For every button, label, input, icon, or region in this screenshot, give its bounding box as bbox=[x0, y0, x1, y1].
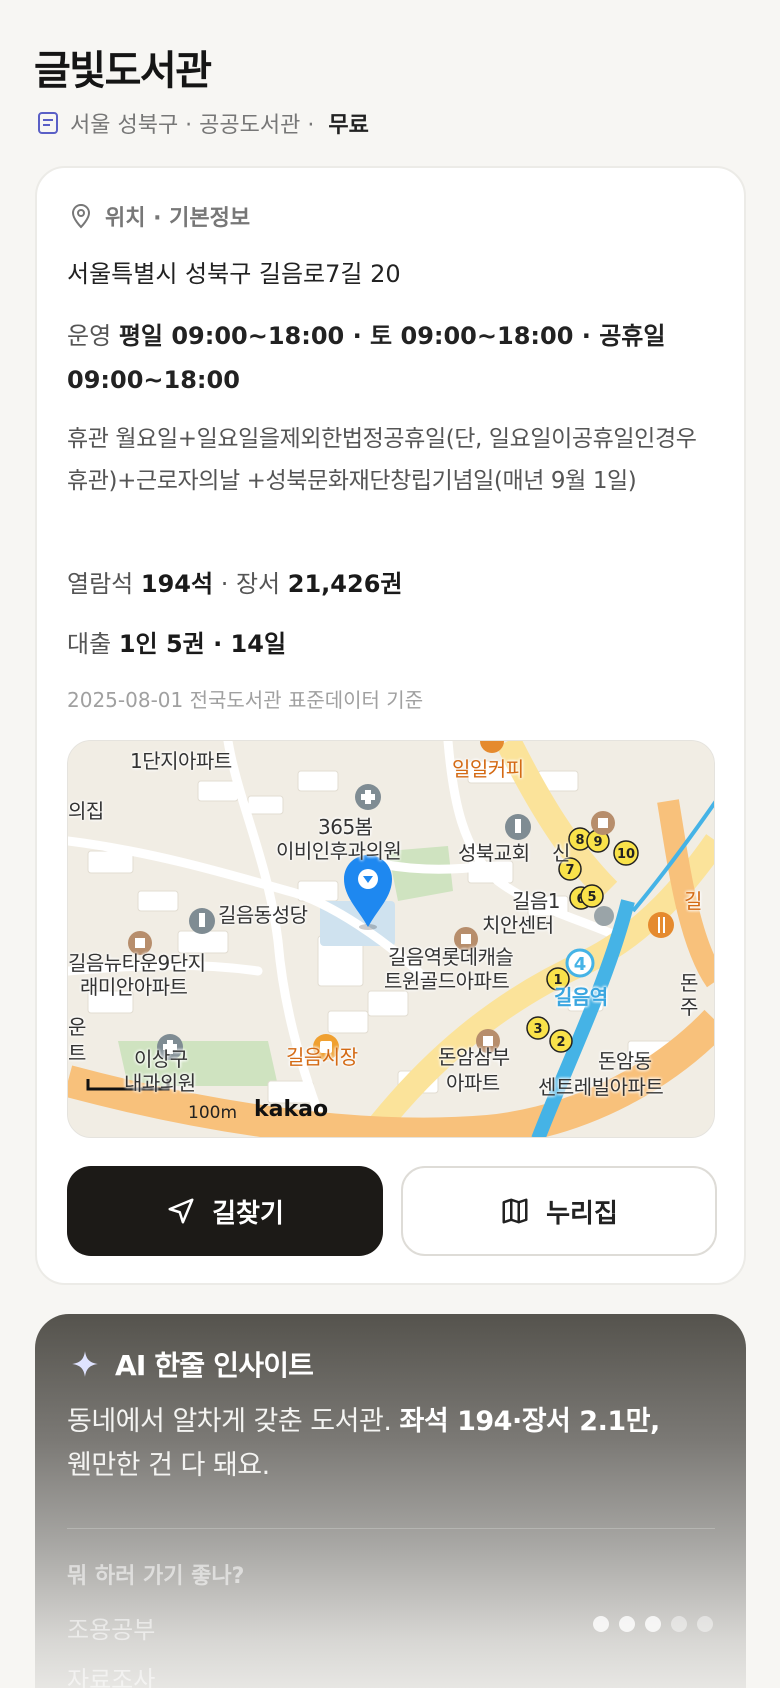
map-label: 치안센터 bbox=[482, 913, 554, 937]
map-label: 길음역 bbox=[554, 985, 608, 1009]
info-card: 위치 · 기본정보 서울특별시 성북구 길음로7길 20 운영 평일 09:00… bbox=[35, 166, 746, 1285]
map-scale: 100m bbox=[188, 1103, 238, 1123]
library-meta: 서울 성북구 · 공공도서관 · 무료 bbox=[36, 106, 369, 140]
rating-dot bbox=[593, 1616, 609, 1632]
ai-insight-header: AI 한줄 인사이트 bbox=[71, 1344, 314, 1384]
location-map[interactable]: 4 8 9 10 7 6 5 1 3 2 bbox=[67, 740, 715, 1138]
address: 서울특별시 성북구 길음로7길 20 bbox=[67, 260, 401, 288]
books-label: · 장서 bbox=[220, 570, 281, 598]
section-title: 위치 · 기본정보 bbox=[105, 206, 251, 231]
section-header: 위치 · 기본정보 bbox=[69, 200, 250, 232]
seats-value: 194석 bbox=[140, 570, 214, 598]
rating-dot bbox=[645, 1616, 661, 1632]
map-label: 이비인후과의원 bbox=[276, 839, 402, 863]
exit-number: 3 bbox=[533, 1022, 542, 1037]
map-label: 신 bbox=[552, 841, 570, 865]
directions-button[interactable]: 길찾기 bbox=[67, 1166, 383, 1256]
loan-label: 대출 bbox=[67, 630, 112, 658]
hospital-icon bbox=[355, 784, 381, 810]
exit-number: 5 bbox=[587, 890, 596, 905]
map-label: 트윈골드아파트 bbox=[384, 969, 510, 993]
divider bbox=[67, 1528, 715, 1529]
homepage-label: 누리집 bbox=[546, 1198, 618, 1229]
ai-purpose-item[interactable]: 조용공부 bbox=[67, 1610, 155, 1645]
ai-question: 뭐 하러 가기 좋나? bbox=[67, 1564, 245, 1589]
library-region-type: 서울 성북구 · 공공도서관 · bbox=[70, 113, 315, 138]
map-label: 센트레빌아파트 bbox=[538, 1075, 664, 1099]
map-label: 길음동성당 bbox=[218, 903, 308, 927]
seats-label: 열람석 bbox=[67, 570, 134, 598]
data-source: 2025-08-01 전국도서관 표준데이터 기준 bbox=[67, 688, 424, 712]
location-pin-icon bbox=[71, 203, 91, 229]
map-label: 돈암삼부 bbox=[438, 1045, 510, 1069]
homepage-button[interactable]: 누리집 bbox=[401, 1166, 717, 1256]
exit-number: 2 bbox=[556, 1035, 565, 1050]
rating-dots bbox=[593, 1616, 713, 1632]
ai-text-bold: 좌석 194·장서 2.1만, bbox=[399, 1406, 661, 1437]
ai-insight-text: 동네에서 알차게 갖춘 도서관. 좌석 194·장서 2.1만, 웬만한 건 다… bbox=[67, 1400, 717, 1488]
hours-value: 평일 09:00~18:00 · 토 09:00~18:00 · 공휴일 09:… bbox=[67, 322, 666, 394]
hours-label: 운영 bbox=[67, 322, 112, 350]
exit-number: 9 bbox=[593, 835, 602, 850]
directions-label: 길찾기 bbox=[212, 1198, 284, 1229]
closed-days: 휴관 월요일+일요일을제외한법정공휴일(단, 일요일이공휴일인경우휴관)+근로자… bbox=[67, 426, 697, 494]
rating-dot bbox=[697, 1616, 713, 1632]
loan-value: 1인 5권 · 14일 bbox=[118, 630, 287, 658]
rating-dot bbox=[671, 1616, 687, 1632]
map-label: 트 bbox=[68, 1041, 86, 1065]
kakao-logo: kakao bbox=[254, 1097, 329, 1122]
map-label: 일일커피 bbox=[452, 757, 524, 781]
ai-insight-title: AI 한줄 인사이트 bbox=[115, 1349, 314, 1382]
exit-number: 8 bbox=[575, 833, 584, 848]
map-label: 길 bbox=[684, 889, 702, 913]
sparkle-icon bbox=[72, 1351, 98, 1377]
operating-hours: 운영 평일 09:00~18:00 · 토 09:00~18:00 · 공휴일 … bbox=[67, 314, 707, 402]
exit-number: 10 bbox=[617, 847, 635, 862]
fee-label: 무료 bbox=[328, 113, 369, 138]
page-title: 글빛도서관 bbox=[34, 48, 212, 94]
map-label: 래미안아파트 bbox=[80, 975, 188, 999]
ai-text-end: 웬만한 건 다 돼요. bbox=[67, 1450, 270, 1481]
subway-line-number: 4 bbox=[574, 954, 587, 975]
location-marker-icon bbox=[594, 906, 614, 926]
map-label: 운 bbox=[68, 1015, 86, 1039]
map-label: 아파트 bbox=[446, 1071, 500, 1095]
map-label: 주 bbox=[680, 995, 698, 1019]
apartment-icon bbox=[591, 811, 615, 835]
church-icon bbox=[189, 908, 215, 934]
ai-insight-card: AI 한줄 인사이트 동네에서 알차게 갖춘 도서관. 좌석 194·장서 2.… bbox=[35, 1314, 746, 1688]
map-label: 돈암동 bbox=[598, 1049, 652, 1073]
map-label: 의집 bbox=[68, 799, 104, 823]
restaurant-icon bbox=[648, 912, 674, 938]
ai-text-plain: 동네에서 알차게 갖춘 도서관. bbox=[67, 1406, 400, 1437]
rating-dot bbox=[619, 1616, 635, 1632]
map-icon bbox=[502, 1198, 528, 1224]
map-label: 성북교회 bbox=[458, 841, 530, 865]
map-label: 내과의원 bbox=[124, 1071, 196, 1095]
loan-policy: 대출 1인 5권 · 14일 bbox=[67, 624, 286, 659]
document-icon bbox=[38, 112, 58, 134]
ai-purpose-item[interactable]: 자료조사 bbox=[67, 1660, 155, 1688]
seats-books: 열람석 194석 · 장서 21,426권 bbox=[67, 564, 402, 599]
navigation-arrow-icon bbox=[168, 1198, 194, 1224]
map-label: 길음시장 bbox=[286, 1045, 358, 1069]
map-label: 1단지아파트 bbox=[130, 749, 232, 773]
books-value: 21,426권 bbox=[287, 570, 403, 598]
